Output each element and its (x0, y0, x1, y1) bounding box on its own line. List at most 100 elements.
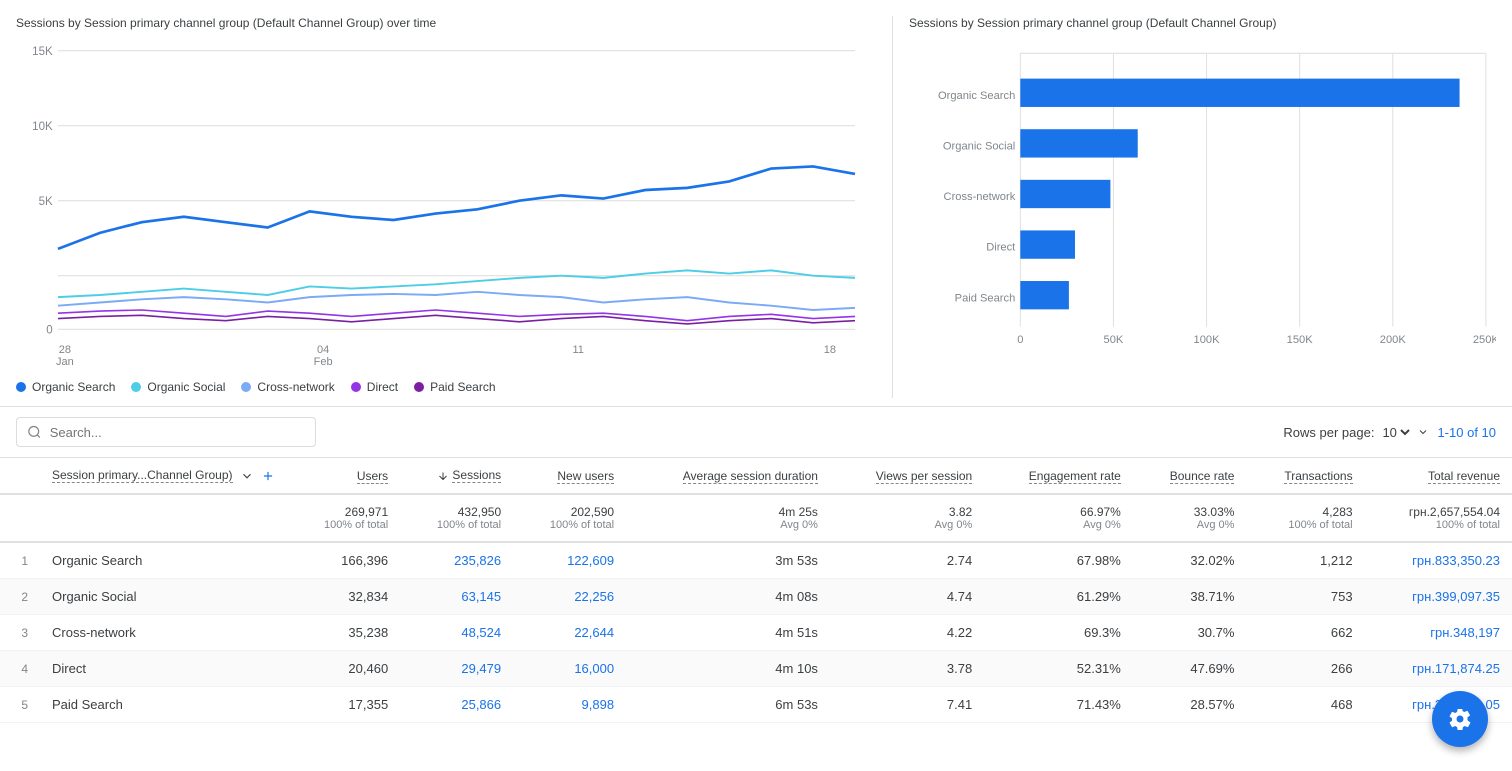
td-avg-session: 3m 53s (626, 542, 830, 579)
table-header-row: Session primary...Channel Group) Users S (0, 458, 1512, 494)
legend-paid-search: Paid Search (414, 380, 495, 394)
th-sessions[interactable]: Sessions (400, 458, 513, 494)
svg-text:5K: 5K (39, 195, 53, 208)
svg-text:Cross-network: Cross-network (944, 191, 1016, 203)
search-input[interactable] (50, 425, 305, 440)
td-bounce-rate: 28.57% (1133, 687, 1247, 723)
td-engagement-rate: 69.3% (984, 615, 1133, 651)
td-avg-session: 4m 51s (626, 615, 830, 651)
svg-text:100K: 100K (1194, 334, 1221, 346)
channel-filter-icon[interactable] (240, 469, 254, 483)
td-row-num: 3 (0, 615, 40, 651)
legend-organic-social: Organic Social (131, 380, 225, 394)
td-views-per-session: 7.41 (830, 687, 984, 723)
td-sessions: 48,524 (400, 615, 513, 651)
td-users: 17,355 (287, 687, 400, 723)
td-transactions: 266 (1246, 651, 1364, 687)
td-row-num: 2 (0, 579, 40, 615)
th-engagement-rate[interactable]: Engagement rate (984, 458, 1133, 494)
td-engagement-rate: 71.43% (984, 687, 1133, 723)
svg-text:Direct: Direct (986, 242, 1016, 254)
chart-legend: Organic Search Organic Social Cross-netw… (16, 368, 876, 398)
th-users[interactable]: Users (287, 458, 400, 494)
svg-text:50K: 50K (1104, 334, 1124, 346)
rows-per-page: Rows per page: 10 25 50 (1283, 424, 1429, 441)
td-views-per-session: 2.74 (830, 542, 984, 579)
th-total-revenue[interactable]: Total revenue (1365, 458, 1512, 494)
td-sessions: 29,479 (400, 651, 513, 687)
td-totals-avg-session: 4m 25s Avg 0% (626, 494, 830, 542)
td-total-revenue: грн.399,097.35 (1365, 579, 1512, 615)
table-row: 5 Paid Search 17,355 25,866 9,898 6m 53s… (0, 687, 1512, 723)
svg-text:Paid Search: Paid Search (955, 292, 1016, 304)
rows-per-page-label: Rows per page: (1283, 425, 1374, 440)
td-sessions: 235,826 (400, 542, 513, 579)
td-totals-bounce: 33.03% Avg 0% (1133, 494, 1247, 542)
td-totals-revenue: грн.2,657,554.04 100% of total (1365, 494, 1512, 542)
fab-button[interactable] (1432, 691, 1488, 747)
th-views-per-session[interactable]: Views per session (830, 458, 984, 494)
bar-chart: 0 50K 100K 150K 200K 250K Organic Search… (909, 40, 1496, 350)
td-row-num: 1 (0, 542, 40, 579)
td-transactions: 662 (1246, 615, 1364, 651)
th-bounce-rate[interactable]: Bounce rate (1133, 458, 1247, 494)
td-sessions: 63,145 (400, 579, 513, 615)
td-totals-views: 3.82 Avg 0% (830, 494, 984, 542)
td-avg-session: 6m 53s (626, 687, 830, 723)
td-totals-num (0, 494, 40, 542)
td-totals-engagement: 66.97% Avg 0% (984, 494, 1133, 542)
td-sessions: 25,866 (400, 687, 513, 723)
td-users: 20,460 (287, 651, 400, 687)
td-total-revenue: грн.833,350.23 (1365, 542, 1512, 579)
td-channel: Organic Social (40, 579, 287, 615)
chevron-down-icon (1417, 426, 1429, 438)
td-new-users: 9,898 (513, 687, 626, 723)
svg-text:150K: 150K (1287, 334, 1314, 346)
td-channel: Organic Search (40, 542, 287, 579)
th-transactions[interactable]: Transactions (1246, 458, 1364, 494)
td-avg-session: 4m 10s (626, 651, 830, 687)
sort-desc-icon (437, 470, 449, 482)
td-channel: Direct (40, 651, 287, 687)
search-input-wrap[interactable] (16, 417, 316, 447)
td-channel: Cross-network (40, 615, 287, 651)
svg-text:250K: 250K (1473, 334, 1496, 346)
th-avg-session[interactable]: Average session duration (626, 458, 830, 494)
td-transactions: 1,212 (1246, 542, 1364, 579)
td-totals-channel (40, 494, 287, 542)
td-new-users: 22,256 (513, 579, 626, 615)
th-row-num (0, 458, 40, 494)
bottom-section: Rows per page: 10 25 50 1-10 of 10 Sessi… (0, 407, 1512, 723)
td-bounce-rate: 38.71% (1133, 579, 1247, 615)
td-views-per-session: 4.22 (830, 615, 984, 651)
search-bar-row: Rows per page: 10 25 50 1-10 of 10 (0, 407, 1512, 458)
td-bounce-rate: 47.69% (1133, 651, 1247, 687)
td-views-per-session: 3.78 (830, 651, 984, 687)
legend-direct: Direct (351, 380, 398, 394)
settings-icon (1448, 707, 1472, 731)
page-range: 1-10 of 10 (1437, 425, 1496, 440)
th-channel[interactable]: Session primary...Channel Group) (40, 458, 287, 494)
td-views-per-session: 4.74 (830, 579, 984, 615)
table-row: 3 Cross-network 35,238 48,524 22,644 4m … (0, 615, 1512, 651)
add-column-icon[interactable] (261, 469, 275, 483)
td-new-users: 22,644 (513, 615, 626, 651)
pagination-row: Rows per page: 10 25 50 1-10 of 10 (1283, 424, 1496, 441)
line-chart: 15K 10K 5K 0 (16, 40, 876, 340)
search-icon (27, 424, 42, 440)
table-row: 2 Organic Social 32,834 63,145 22,256 4m… (0, 579, 1512, 615)
td-total-revenue: грн.348,197 (1365, 615, 1512, 651)
td-totals-new-users: 202,590 100% of total (513, 494, 626, 542)
table-row: 1 Organic Search 166,396 235,826 122,609… (0, 542, 1512, 579)
td-total-revenue: грн.171,874.25 (1365, 651, 1512, 687)
th-new-users[interactable]: New users (513, 458, 626, 494)
rows-per-page-select[interactable]: 10 25 50 (1378, 424, 1413, 441)
td-bounce-rate: 32.02% (1133, 542, 1247, 579)
totals-row: 269,971 100% of total 432,950 100% of to… (0, 494, 1512, 542)
td-totals-transactions: 4,283 100% of total (1246, 494, 1364, 542)
svg-text:10K: 10K (32, 120, 53, 133)
svg-text:0: 0 (46, 323, 53, 336)
legend-cross-network: Cross-network (241, 380, 334, 394)
data-table: Session primary...Channel Group) Users S (0, 458, 1512, 723)
x-axis-labels: 28 Jan 04 Feb 11 18 (16, 340, 876, 368)
